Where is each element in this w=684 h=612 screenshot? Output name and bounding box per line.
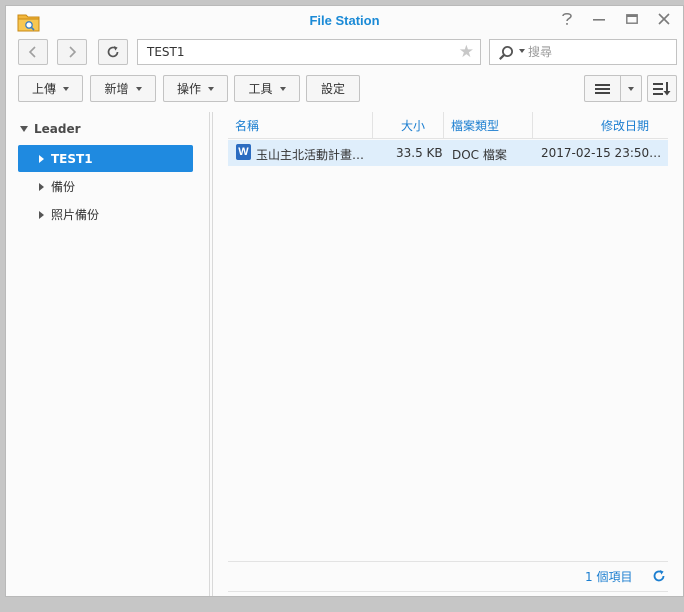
tree-item-label: 備份: [51, 180, 76, 194]
file-list: 名稱 大小 檔案類型 修改日期 W 玉山主北活動計畫書… 33.5 KB DOC…: [228, 112, 668, 596]
tree-root-leader[interactable]: Leader: [20, 122, 81, 136]
refresh-icon[interactable]: [652, 569, 666, 586]
tree-item-photo-backup[interactable]: 照片備份: [18, 201, 193, 228]
file-modified-date: 2017-02-15 23:50…: [541, 146, 662, 160]
column-divider[interactable]: [532, 112, 533, 138]
title-bar[interactable]: File Station: [6, 6, 683, 36]
status-bar: 1 個項目: [228, 561, 668, 592]
column-header-modified[interactable]: 修改日期: [601, 117, 649, 134]
search-box[interactable]: [489, 39, 677, 65]
refresh-button[interactable]: [98, 39, 128, 65]
collapsed-triangle-icon[interactable]: [39, 210, 44, 219]
search-icon[interactable]: [498, 45, 514, 64]
word-doc-icon: W: [236, 144, 251, 160]
chevron-left-icon: [28, 46, 36, 58]
view-mode-dropdown[interactable]: [620, 75, 642, 102]
chevron-right-icon: [69, 46, 77, 58]
file-row[interactable]: W 玉山主北活動計畫書… 33.5 KB DOC 檔案 2017-02-15 2…: [228, 140, 668, 166]
tools-button[interactable]: 工具: [234, 75, 300, 102]
minimize-icon[interactable]: [590, 12, 608, 30]
chevron-down-icon: [279, 86, 286, 91]
tree-root-label: Leader: [34, 122, 81, 136]
current-path: TEST1: [147, 45, 185, 59]
column-header-type[interactable]: 檔案類型: [451, 117, 499, 134]
file-list-header: 名稱 大小 檔案類型 修改日期: [228, 112, 668, 139]
file-station-window: File Station TEST1 ★ 上傳: [5, 5, 684, 597]
item-count: 1 個項目: [585, 570, 633, 584]
expanded-triangle-icon[interactable]: [20, 126, 28, 132]
column-header-name[interactable]: 名稱: [235, 117, 259, 134]
window-title: File Station: [309, 13, 380, 28]
sort-icon: [653, 81, 671, 95]
maximize-icon[interactable]: [623, 12, 641, 30]
tree-item-label: 照片備份: [51, 208, 100, 222]
action-button[interactable]: 操作: [163, 75, 228, 102]
chevron-down-icon: [208, 86, 214, 91]
upload-button[interactable]: 上傳: [18, 75, 83, 102]
collapsed-triangle-icon[interactable]: [39, 182, 44, 191]
tools-button-label: 工具: [248, 82, 273, 96]
help-icon[interactable]: [558, 12, 576, 30]
back-button[interactable]: [18, 39, 48, 65]
collapsed-triangle-icon[interactable]: [39, 154, 44, 163]
tree-item-test1[interactable]: TEST1: [18, 145, 193, 172]
settings-button[interactable]: 設定: [306, 75, 360, 102]
column-divider[interactable]: [443, 112, 444, 138]
chevron-down-icon: [628, 86, 634, 91]
close-icon[interactable]: [655, 12, 673, 30]
create-button[interactable]: 新增: [90, 75, 156, 102]
action-button-label: 操作: [176, 82, 201, 96]
create-button-label: 新增: [104, 82, 129, 96]
favorite-star-icon[interactable]: ★: [459, 42, 474, 62]
list-view-icon: [595, 83, 610, 94]
file-type: DOC 檔案: [452, 148, 507, 162]
column-header-size[interactable]: 大小: [401, 117, 425, 134]
chevron-down-icon: [135, 86, 142, 91]
sort-button[interactable]: [647, 75, 677, 102]
file-name: 玉山主北活動計畫書…: [256, 148, 374, 162]
panel-divider[interactable]: [209, 112, 210, 596]
file-size: 33.5 KB: [396, 146, 443, 160]
forward-button[interactable]: [57, 39, 87, 65]
path-bar[interactable]: TEST1 ★: [137, 39, 481, 65]
search-options-chevron-down-icon[interactable]: [519, 49, 525, 53]
panel-divider-edge: [212, 112, 213, 596]
settings-button-label: 設定: [320, 82, 345, 96]
column-divider[interactable]: [372, 112, 373, 138]
chevron-down-icon: [63, 86, 69, 91]
refresh-icon: [107, 46, 119, 58]
list-view-button[interactable]: [584, 75, 621, 102]
upload-button-label: 上傳: [31, 82, 56, 96]
folder-tree-panel: Leader TEST1 備份 照片備份: [6, 112, 209, 596]
tree-item-backup[interactable]: 備份: [18, 173, 193, 200]
search-input[interactable]: [528, 43, 668, 61]
tree-item-label: TEST1: [51, 151, 93, 166]
